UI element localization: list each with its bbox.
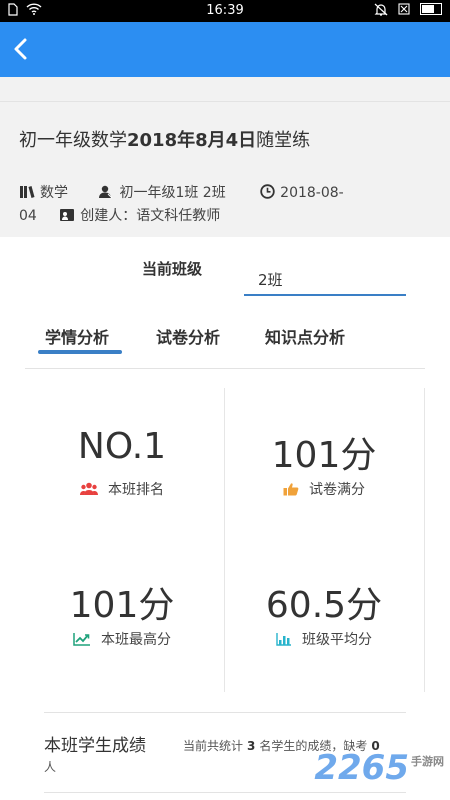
date-text-end: 04 (19, 208, 37, 224)
thumbs-up-icon (283, 483, 299, 496)
active-tab-indicator (38, 350, 122, 354)
stats-right-border (424, 388, 425, 692)
back-button[interactable] (6, 32, 38, 66)
class-highest-label: 本班最高分 (22, 629, 222, 649)
clock-icon (260, 184, 275, 199)
users-icon (80, 482, 98, 495)
class-average-value: 60.5分 (265, 585, 383, 626)
status-right-icons (374, 3, 442, 17)
section-bottom-line (44, 792, 406, 793)
summary-prefix: 当前共统计 (183, 739, 244, 753)
student-count: 3 (247, 739, 256, 753)
class-rank-label: 本班排名 (22, 479, 222, 499)
bar-chart-icon (276, 633, 291, 646)
class-rank-text: 本班排名 (108, 482, 164, 498)
current-class-label: 当前班级 (142, 260, 203, 278)
date-text: 2018-08- (280, 185, 344, 201)
books-icon (20, 186, 35, 198)
assignment-meta-line2: 04 创建人：语文科任教师 (19, 205, 220, 225)
bell-muted-icon (374, 3, 388, 16)
user-icon (99, 185, 113, 199)
chevron-left-icon (14, 38, 27, 60)
class-rank-value: NO.1 (77, 426, 167, 467)
student-scores-title: 本班学生成绩 (44, 736, 146, 756)
title-prefix: 初一年级数学 (19, 130, 127, 151)
paper-full-score-value: 101分 (271, 435, 377, 476)
watermark-sub: 手游网 (411, 755, 444, 768)
paper-full-score-label: 试卷满分 (224, 479, 424, 499)
class-highest-value: 101分 (69, 585, 175, 626)
class-highest-text: 本班最高分 (101, 632, 171, 648)
paper-full-score-text: 试卷满分 (309, 482, 365, 498)
title-date: 2018年8月4日 (127, 130, 257, 151)
creator-text: 创建人：语文科任教师 (80, 208, 221, 224)
subject-text: 数学 (40, 185, 68, 201)
teacher-icon (60, 209, 75, 221)
tab-paper-analysis[interactable]: 试卷分析 (156, 324, 220, 348)
site-watermark: 2265 手游网 (314, 748, 444, 788)
section-divider (44, 712, 406, 713)
navbar (0, 22, 450, 77)
tabs-divider (25, 368, 425, 369)
tab-knowledge-analysis[interactable]: 知识点分析 (265, 324, 345, 348)
battery-icon (420, 3, 442, 15)
summary-suffix: 人 (44, 760, 57, 774)
current-class-input[interactable] (244, 264, 406, 296)
trend-up-icon (73, 633, 90, 646)
watermark-main: 2265 (314, 748, 409, 788)
assignment-meta: 数学 初一年级1班 2班 2018-08- (19, 182, 344, 202)
sim-x-icon (398, 3, 410, 15)
status-bar: 16:39 (0, 0, 450, 22)
title-suffix: 随堂练 (256, 130, 311, 151)
header-divider (0, 101, 450, 102)
assignment-title: 初一年级数学2018年8月4日随堂练 (19, 126, 310, 152)
class-average-text: 班级平均分 (302, 632, 372, 648)
tab-learning-analysis[interactable]: 学情分析 (45, 324, 109, 348)
classes-text: 初一年级1班 2班 (119, 185, 226, 201)
class-average-label: 班级平均分 (224, 629, 424, 649)
